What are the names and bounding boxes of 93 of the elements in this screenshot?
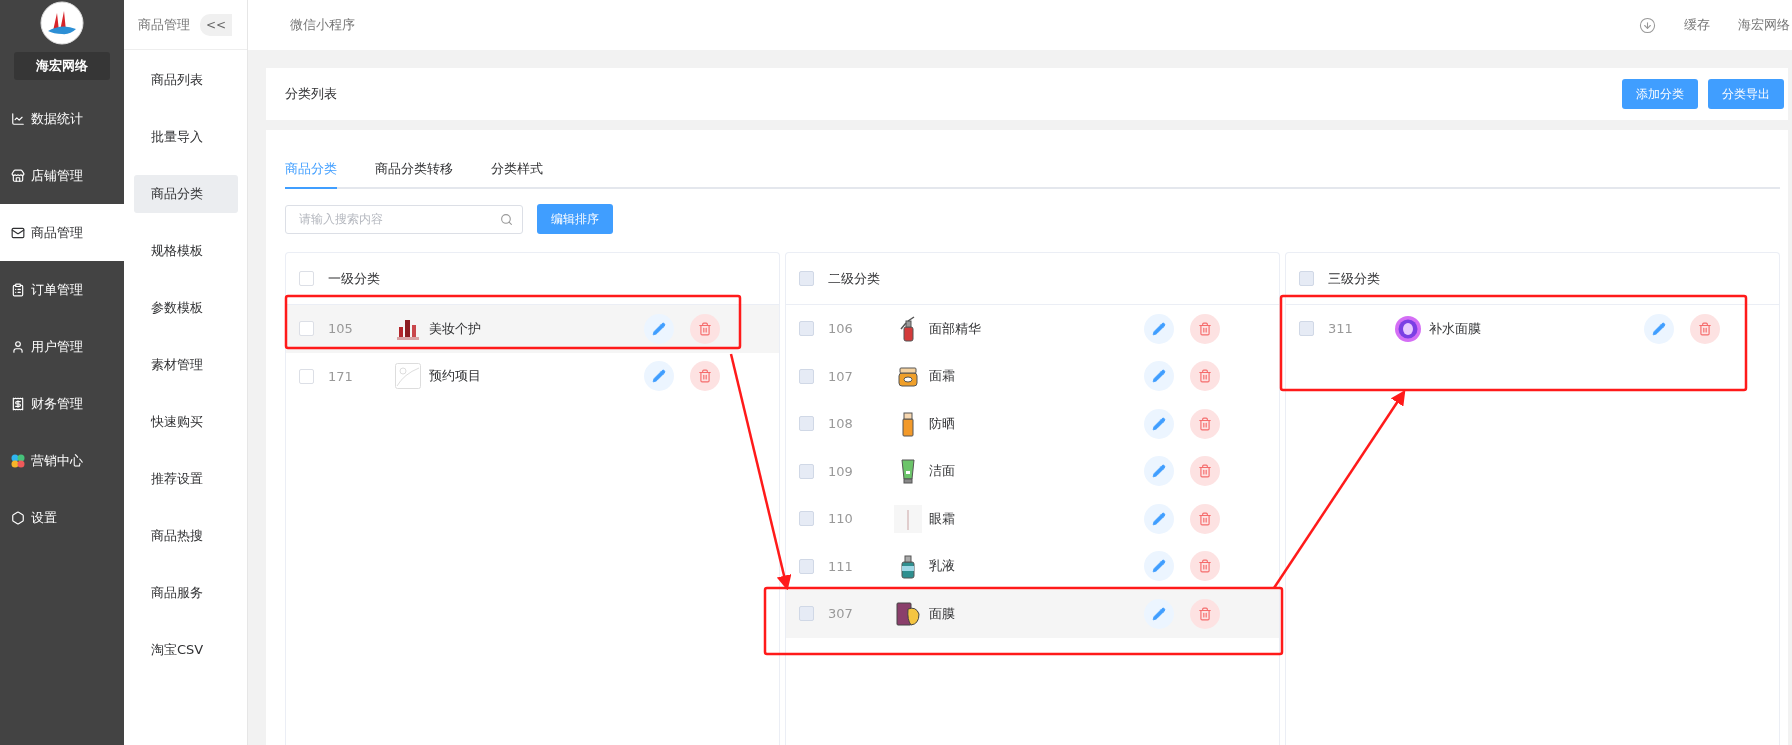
submenu-item[interactable]: 推荐设置 (134, 460, 238, 498)
submenu-item[interactable]: 批量导入 (134, 118, 238, 156)
pencil-icon (1152, 511, 1166, 526)
category-id: 307 (828, 606, 854, 622)
trash-icon (1198, 559, 1212, 574)
trash-icon (1198, 511, 1212, 526)
trash-icon (1698, 321, 1712, 336)
submenu-item[interactable]: 商品列表 (134, 61, 238, 99)
pencil-icon (652, 369, 666, 384)
tab[interactable]: 分类样式 (491, 152, 543, 189)
pencil-icon (1152, 464, 1166, 479)
category-id: 108 (828, 416, 854, 432)
hexagon-icon (11, 510, 25, 525)
submenu-item[interactable]: 商品服务 (134, 574, 238, 612)
category-row[interactable]: 171 预约项目 (286, 352, 779, 400)
brand-name: 海宏网络 (14, 52, 110, 80)
checkbox[interactable] (299, 321, 314, 337)
category-name: 洁面 (929, 462, 956, 481)
category-id: 107 (828, 368, 854, 384)
app-title: 微信小程序 (290, 16, 356, 34)
trash-icon (1198, 321, 1212, 336)
pencil-icon (652, 321, 666, 336)
submenu-title: 商品管理 (138, 15, 190, 34)
category-id: 171 (328, 368, 354, 384)
search-field[interactable]: 请输入搜索内容 (285, 204, 523, 234)
delete-button[interactable] (690, 313, 720, 344)
category-name: 防晒 (929, 414, 956, 433)
pencil-icon (1152, 606, 1166, 621)
page-title: 分类列表 (285, 85, 338, 103)
sidebar-item[interactable]: 数据统计 (0, 90, 124, 147)
submenu-item[interactable]: 淘宝CSV (134, 631, 238, 669)
pencil-icon (1152, 559, 1166, 574)
envelope-icon (11, 225, 25, 240)
category-name: 美妆个护 (429, 319, 482, 338)
category-name: 预约项目 (429, 367, 482, 386)
user-icon (11, 339, 25, 354)
panel-title: 一级分类 (328, 269, 380, 288)
edit-button[interactable] (644, 313, 674, 344)
sidebar-item[interactable]: 设置 (0, 489, 124, 546)
submenu-item[interactable]: 素材管理 (134, 346, 238, 384)
pencil-icon (1152, 321, 1166, 336)
submenu-item[interactable]: 规格模板 (134, 232, 238, 270)
submenu-item[interactable]: 商品热搜 (134, 517, 238, 555)
trash-icon (1198, 464, 1212, 479)
sidebar-item[interactable]: 营销中心 (0, 432, 124, 489)
sidebar-item[interactable]: 店铺管理 (0, 147, 124, 204)
receipt-icon (11, 396, 25, 411)
download-icon[interactable] (1639, 16, 1656, 34)
sidebar-item[interactable]: 商品管理 (0, 204, 124, 261)
trash-icon (1198, 606, 1212, 621)
checkbox[interactable] (299, 271, 314, 286)
category-id: 111 (828, 558, 854, 574)
top-link[interactable]: 海宏网络 (1738, 16, 1790, 34)
panel-title: 二级分类 (828, 269, 880, 288)
category-name: 面霜 (929, 367, 956, 386)
submenu-item[interactable]: 快速购买 (134, 403, 238, 441)
top-link[interactable]: 缓存 (1684, 16, 1710, 34)
category-name: 补水面膜 (1429, 319, 1482, 338)
category-id: 110 (828, 511, 854, 527)
trash-icon (1198, 369, 1212, 384)
category-id: 311 (1328, 321, 1354, 337)
line-chart-icon (11, 111, 25, 126)
panel-title: 三级分类 (1328, 269, 1380, 288)
collapse-button[interactable]: << (200, 13, 233, 36)
store-icon (11, 168, 25, 183)
category-id: 109 (828, 463, 854, 479)
checkbox[interactable] (299, 368, 314, 384)
image-placeholder-icon (394, 362, 422, 391)
pencil-icon (1652, 321, 1666, 336)
category-name: 面膜 (929, 604, 956, 623)
category-id: 105 (328, 321, 354, 337)
pencil-icon (1152, 416, 1166, 431)
category-name: 乳液 (929, 557, 956, 576)
thin-stick-icon (894, 504, 922, 533)
delete-button[interactable] (690, 361, 720, 392)
logo-icon (40, 1, 84, 45)
category-row[interactable]: 105 美妆个护 (286, 305, 779, 353)
sidebar-item[interactable]: 订单管理 (0, 261, 124, 318)
category-id: 106 (828, 321, 854, 337)
trash-icon (698, 369, 712, 384)
sidebar-item[interactable]: 财务管理 (0, 375, 124, 432)
edit-button[interactable] (644, 361, 674, 392)
category-name: 面部精华 (929, 319, 982, 338)
submenu-item[interactable]: 参数模板 (134, 289, 238, 327)
sidebar-item[interactable]: 用户管理 (0, 318, 124, 375)
clipboard-icon (11, 282, 25, 297)
submenu-item[interactable]: 商品分类 (134, 175, 238, 213)
pencil-icon (1152, 369, 1166, 384)
trash-icon (698, 321, 712, 336)
tab[interactable]: 商品分类转移 (375, 152, 453, 189)
category-name: 眼霜 (929, 509, 956, 528)
search-icon (500, 212, 513, 226)
trash-icon (1198, 416, 1212, 431)
